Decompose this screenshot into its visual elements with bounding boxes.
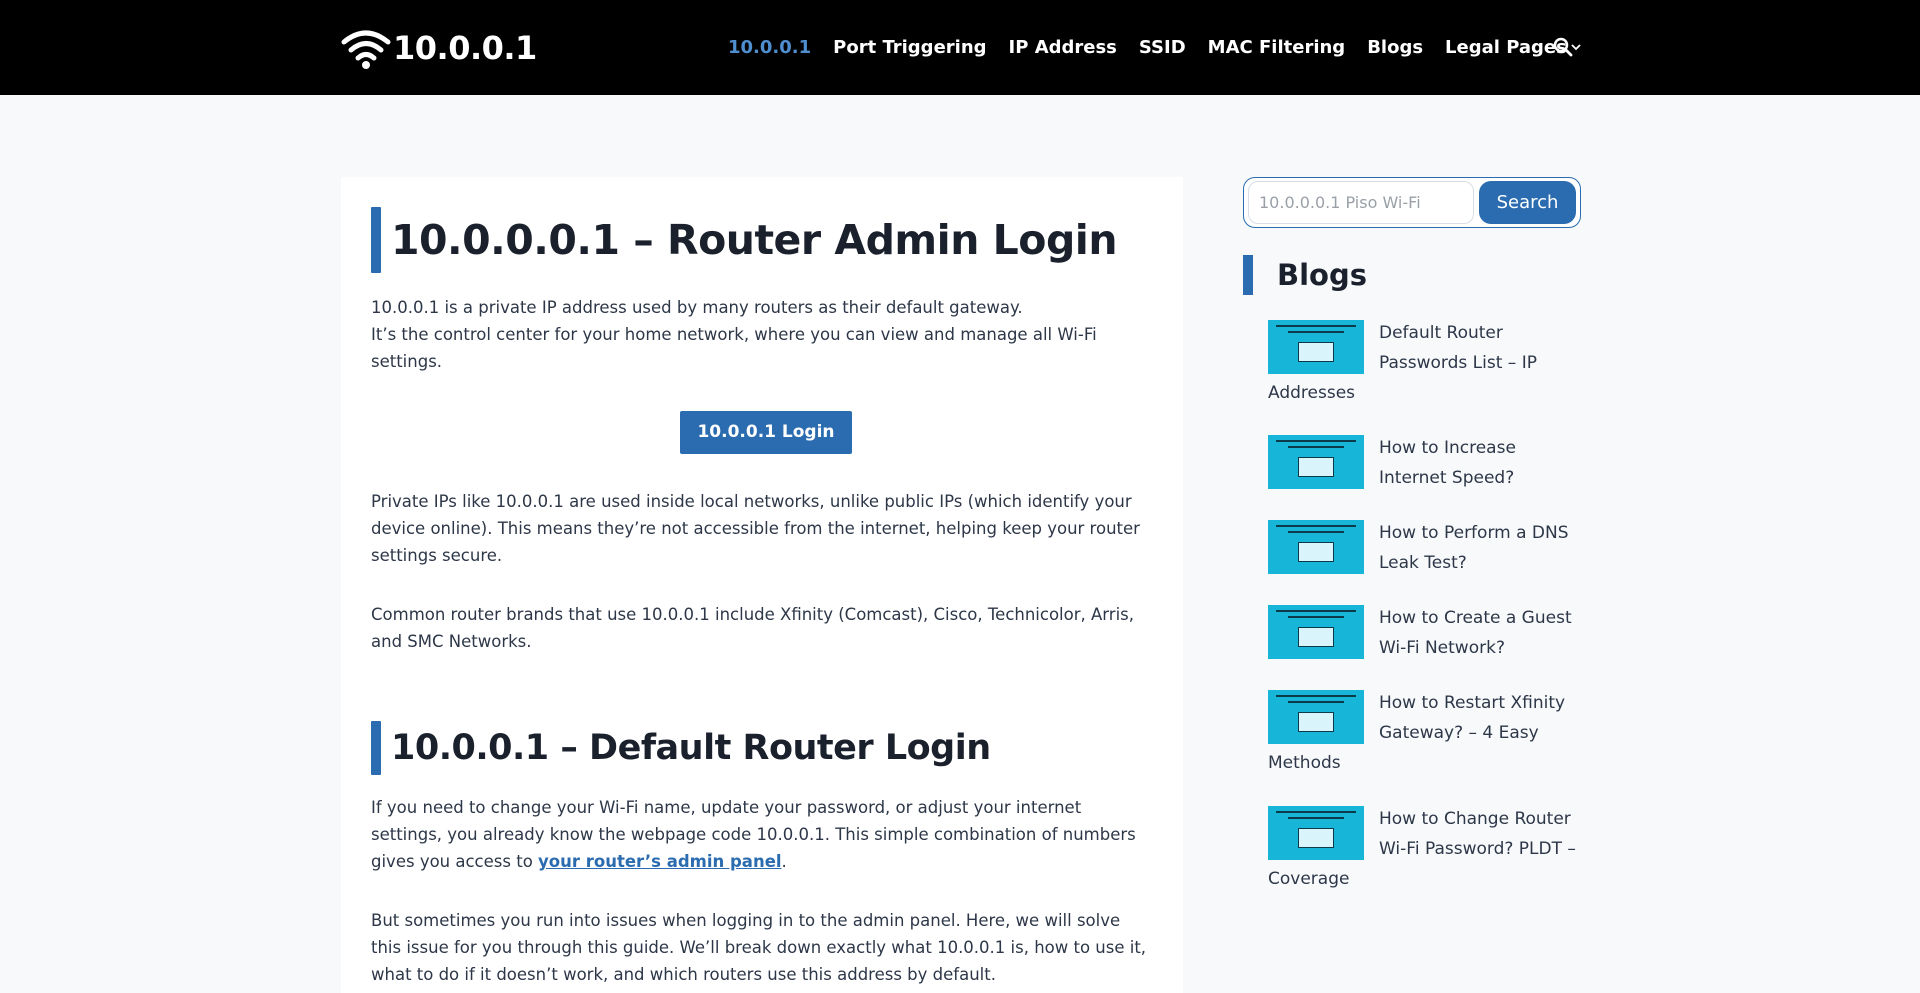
nav-item-port-triggering[interactable]: Port Triggering: [833, 37, 986, 58]
login-button[interactable]: 10.0.0.1 Login: [680, 411, 852, 454]
blog-post-thumbnail[interactable]: [1268, 690, 1364, 744]
site-header: 10.0.0.1 10.0.0.1 Port Triggering IP Add…: [0, 0, 1920, 95]
blog-post-item[interactable]: How to Increase Internet Speed?: [1268, 433, 1582, 493]
blog-post-thumbnail[interactable]: [1268, 520, 1364, 574]
blog-post-thumbnail[interactable]: [1268, 806, 1364, 860]
page-title-wrap: 10.0.0.0.1 – Router Admin Login: [371, 207, 1151, 273]
heading-accent-bar: [1243, 255, 1253, 295]
intro-paragraph: 10.0.0.1 is a private IP address used by…: [371, 294, 1151, 375]
blog-post-item[interactable]: Default Router Passwords List – IP Addre…: [1268, 318, 1582, 408]
search-icon[interactable]: [1553, 37, 1573, 57]
sidebar-blogs-heading-wrap: Blogs: [1243, 255, 1367, 295]
article-card: 10.0.0.0.1 – Router Admin Login 10.0.0.1…: [341, 177, 1183, 993]
wifi-icon: [341, 30, 391, 69]
blog-post-item[interactable]: How to Perform a DNS Leak Test?: [1268, 518, 1582, 578]
main-nav: 10.0.0.1 Port Triggering IP Address SSID…: [728, 34, 1603, 60]
sidebar-blogs-heading: Blogs: [1277, 258, 1367, 292]
logo-text: 10.0.0.1: [393, 29, 537, 67]
sidebar-search-form: Search: [1243, 177, 1581, 228]
search-input[interactable]: [1248, 181, 1474, 224]
paragraph-default-login-end: .: [781, 852, 787, 871]
article-body: 10.0.0.0.1 – Router Admin Login 10.0.0.1…: [371, 207, 1151, 988]
intro-line-2: It’s the control center for your home ne…: [371, 325, 1097, 371]
section-heading: 10.0.0.1 – Default Router Login: [391, 728, 991, 768]
blog-post-item[interactable]: How to Restart Xfinity Gateway? – 4 Easy…: [1268, 688, 1582, 778]
site-logo[interactable]: 10.0.0.1: [341, 26, 537, 70]
admin-panel-link[interactable]: your router’s admin panel: [538, 852, 782, 871]
nav-item-ip-address[interactable]: IP Address: [1009, 37, 1117, 58]
blog-post-item[interactable]: How to Create a Guest Wi-Fi Network?: [1268, 603, 1582, 663]
heading-accent-bar: [371, 721, 381, 775]
paragraph-router-brands: Common router brands that use 10.0.0.1 i…: [371, 605, 1135, 651]
search-button[interactable]: Search: [1479, 181, 1576, 224]
section-heading-wrap: 10.0.0.1 – Default Router Login: [371, 721, 1151, 775]
nav-item-legal-pages-label: Legal Pages: [1445, 36, 1567, 58]
nav-item-home[interactable]: 10.0.0.1: [728, 37, 811, 58]
page-title: 10.0.0.0.1 – Router Admin Login: [391, 216, 1118, 264]
blog-post-item[interactable]: How to Change Router Wi-Fi Password? PLD…: [1268, 804, 1582, 894]
nav-item-blogs[interactable]: Blogs: [1367, 37, 1423, 58]
blog-post-thumbnail[interactable]: [1268, 605, 1364, 659]
blog-post-thumbnail[interactable]: [1268, 435, 1364, 489]
nav-item-mac-filtering[interactable]: MAC Filtering: [1208, 37, 1346, 58]
paragraph-guide-intro: But sometimes you run into issues when l…: [371, 911, 1147, 984]
nav-item-ssid[interactable]: SSID: [1139, 37, 1186, 58]
paragraph-private-ips: Private IPs like 10.0.0.1 are used insid…: [371, 492, 1140, 565]
paragraph-default-login: If you need to change your Wi-Fi name, u…: [371, 794, 1151, 875]
heading-accent-bar: [371, 207, 381, 273]
login-button-row: 10.0.0.1 Login: [381, 411, 1151, 454]
blog-post-thumbnail[interactable]: [1268, 320, 1364, 374]
intro-line-1: 10.0.0.1 is a private IP address used by…: [371, 298, 1023, 317]
